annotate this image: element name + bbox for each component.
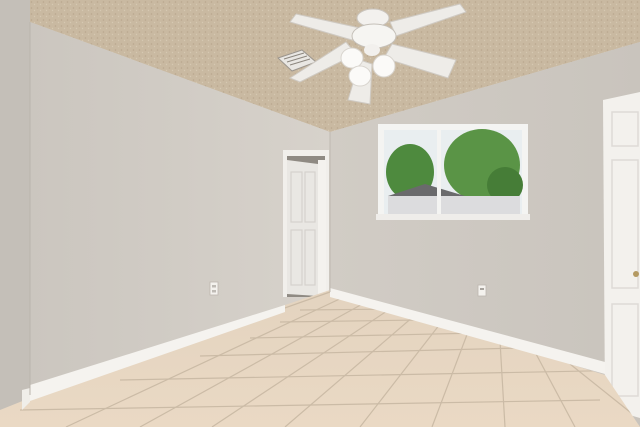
left-edge-wall (0, 0, 30, 427)
window (376, 124, 530, 220)
power-outlet-icon (209, 281, 219, 296)
room-photo (0, 0, 640, 427)
doorway (283, 150, 329, 297)
power-outlet-icon (477, 284, 487, 297)
open-door (603, 92, 640, 418)
